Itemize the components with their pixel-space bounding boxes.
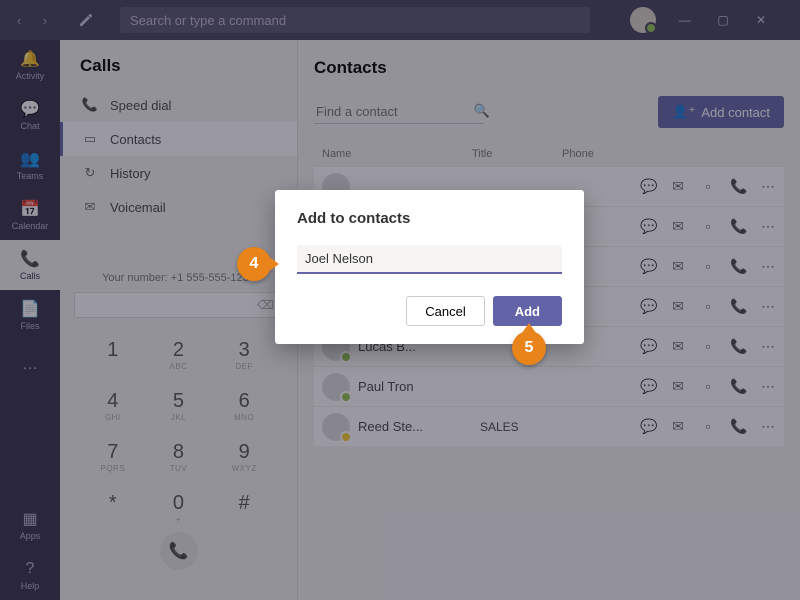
callout-5: 5	[512, 331, 546, 365]
add-button[interactable]: Add	[493, 296, 562, 326]
callout-4: 4	[237, 247, 271, 281]
contact-name-input[interactable]	[297, 245, 562, 274]
dialog-title: Add to contacts	[297, 210, 562, 227]
add-contact-dialog: Add to contacts Cancel Add	[275, 190, 584, 344]
cancel-button[interactable]: Cancel	[406, 296, 484, 326]
